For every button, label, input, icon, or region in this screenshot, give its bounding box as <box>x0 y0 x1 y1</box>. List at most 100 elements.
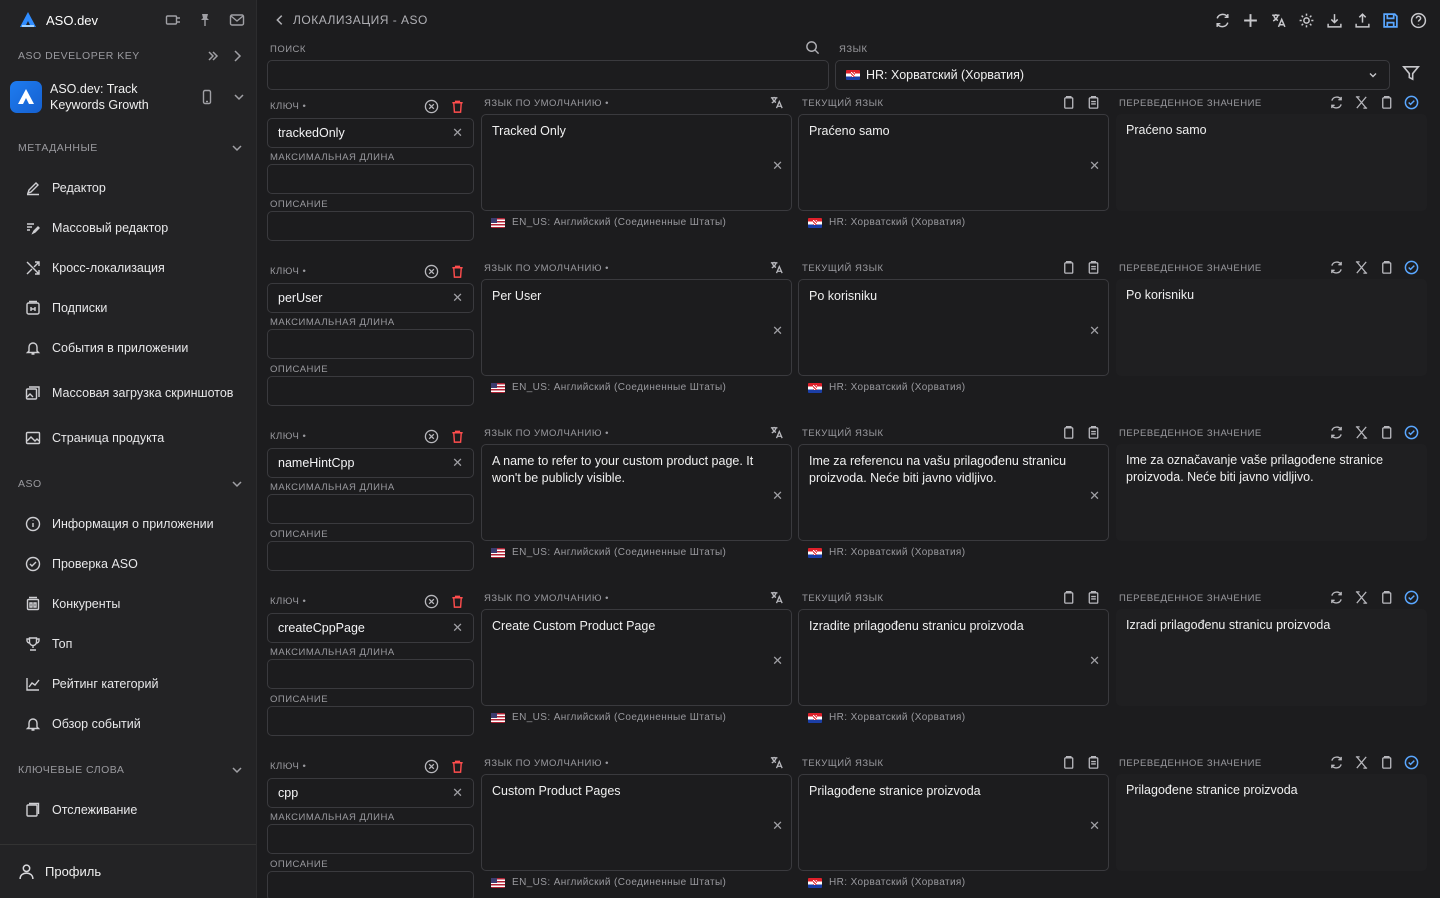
clear-x-icon[interactable]: ✕ <box>1089 322 1100 339</box>
translated-value-textarea[interactable]: Praćeno samo <box>1116 114 1427 211</box>
translated-value-textarea[interactable]: Po korisniku <box>1116 279 1427 376</box>
copy-icon[interactable] <box>1059 753 1077 771</box>
key-input[interactable]: nameHintCpp ✕ <box>267 448 474 478</box>
double-chevron-right-icon[interactable] <box>204 47 222 65</box>
paste-icon[interactable] <box>1084 753 1102 771</box>
refresh-icon[interactable] <box>1327 753 1345 771</box>
trash-icon[interactable] <box>448 262 466 280</box>
sidebar-item-competitors[interactable]: Конкуренты <box>0 584 256 624</box>
apply-check-icon[interactable] <box>1402 753 1420 771</box>
clear-x-icon[interactable]: ✕ <box>772 322 783 339</box>
current-value-textarea[interactable]: Po korisniku ✕ <box>798 279 1109 376</box>
current-value-textarea[interactable]: Izradite prilagođenu stranicu proizvoda … <box>798 609 1109 706</box>
settings-gear-icon[interactable] <box>1292 6 1320 34</box>
clear-x-icon[interactable]: ✕ <box>772 487 783 504</box>
max-length-input[interactable] <box>267 659 474 689</box>
paste-icon[interactable] <box>1084 423 1102 441</box>
sidebar-item-subscriptions[interactable]: Подписки <box>0 288 256 328</box>
clear-circle-icon[interactable] <box>422 757 440 775</box>
copy-icon[interactable] <box>1377 588 1395 606</box>
clear-circle-icon[interactable] <box>422 97 440 115</box>
copy-icon[interactable] <box>1377 258 1395 276</box>
translated-value-textarea[interactable]: Prilagođene stranice proizvoda <box>1116 774 1427 871</box>
download-icon[interactable] <box>1320 6 1348 34</box>
phone-icon[interactable] <box>198 88 216 106</box>
sidebar-item-events-overview[interactable]: Обзор событий <box>0 704 256 744</box>
sidebar-item-tracking[interactable]: Отслеживание <box>0 790 256 830</box>
clear-x-icon[interactable]: ✕ <box>772 652 783 669</box>
clear-x-icon[interactable]: ✕ <box>772 157 783 174</box>
search-icon[interactable] <box>805 40 821 56</box>
apply-check-icon[interactable] <box>1402 588 1420 606</box>
filter-icon[interactable] <box>1402 64 1422 84</box>
trash-icon[interactable] <box>448 592 466 610</box>
sidebar-item-editor[interactable]: Редактор <box>0 168 256 208</box>
auto-translate-icon[interactable] <box>767 423 785 441</box>
sidebar-item-top[interactable]: Топ <box>0 624 256 664</box>
compare-icon[interactable] <box>1352 93 1370 111</box>
chevron-down-icon[interactable] <box>228 139 246 157</box>
refresh-icon[interactable] <box>1327 588 1345 606</box>
selected-app-card[interactable]: ASO.dev: Track Keywords Growth <box>10 76 248 118</box>
language-select[interactable]: HR: Хорватский (Хорватия) <box>835 60 1390 90</box>
section-keywords[interactable]: КЛЮЧЕВЫЕ СЛОВА <box>0 750 256 790</box>
trash-icon[interactable] <box>448 757 466 775</box>
apply-check-icon[interactable] <box>1402 93 1420 111</box>
sidebar-item-bulk-editor[interactable]: Массовый редактор <box>0 208 256 248</box>
chevron-down-icon[interactable] <box>230 88 248 106</box>
auto-translate-icon[interactable] <box>767 753 785 771</box>
paste-icon[interactable] <box>1084 93 1102 111</box>
description-input[interactable] <box>267 706 474 736</box>
developer-key-row[interactable]: ASO DEVELOPER KEY <box>0 40 256 72</box>
trash-icon[interactable] <box>448 97 466 115</box>
save-icon[interactable] <box>1376 6 1404 34</box>
chevron-down-icon[interactable] <box>228 475 246 493</box>
help-icon[interactable] <box>1404 6 1432 34</box>
trash-icon[interactable] <box>448 427 466 445</box>
clear-x-icon[interactable]: ✕ <box>1089 487 1100 504</box>
copy-icon[interactable] <box>1059 588 1077 606</box>
search-input[interactable] <box>267 60 829 90</box>
translated-value-textarea[interactable]: Izradi prilagođenu stranicu proizvoda <box>1116 609 1427 706</box>
default-value-textarea[interactable]: A name to refer to your custom product p… <box>481 444 792 541</box>
description-input[interactable] <box>267 211 474 241</box>
sidebar-item-category-rating[interactable]: Рейтинг категорий <box>0 664 256 704</box>
key-input[interactable]: createCppPage ✕ <box>267 613 474 643</box>
current-value-textarea[interactable]: Praćeno samo ✕ <box>798 114 1109 211</box>
default-value-textarea[interactable]: Per User ✕ <box>481 279 792 376</box>
upload-icon[interactable] <box>1348 6 1376 34</box>
apply-check-icon[interactable] <box>1402 423 1420 441</box>
clear-circle-icon[interactable] <box>422 592 440 610</box>
compare-icon[interactable] <box>1352 423 1370 441</box>
pin-icon[interactable] <box>196 11 214 29</box>
copy-icon[interactable] <box>1059 423 1077 441</box>
max-length-input[interactable] <box>267 164 474 194</box>
sidebar-item-product-page[interactable]: Страница продукта <box>0 418 256 458</box>
paste-icon[interactable] <box>1084 588 1102 606</box>
auto-translate-icon[interactable] <box>767 258 785 276</box>
back-chevron-icon[interactable] <box>273 12 289 28</box>
apply-check-icon[interactable] <box>1402 258 1420 276</box>
max-length-input[interactable] <box>267 329 474 359</box>
compare-icon[interactable] <box>1352 588 1370 606</box>
copy-icon[interactable] <box>1377 753 1395 771</box>
auto-translate-icon[interactable] <box>767 93 785 111</box>
description-input[interactable] <box>267 871 474 898</box>
mail-icon[interactable] <box>228 11 246 29</box>
clear-x-icon[interactable]: ✕ <box>1089 157 1100 174</box>
max-length-input[interactable] <box>267 824 474 854</box>
section-metadata[interactable]: МЕТАДАННЫЕ <box>0 128 256 168</box>
sidebar-item-app-info[interactable]: Информация о приложении <box>0 504 256 544</box>
max-length-input[interactable] <box>267 494 474 524</box>
profile-button[interactable]: Профиль <box>0 844 256 898</box>
auto-translate-icon[interactable] <box>767 588 785 606</box>
copy-icon[interactable] <box>1377 93 1395 111</box>
clear-x-icon[interactable]: ✕ <box>452 620 463 636</box>
description-input[interactable] <box>267 376 474 406</box>
clear-x-icon[interactable]: ✕ <box>1089 817 1100 834</box>
refresh-icon[interactable] <box>1208 6 1236 34</box>
default-value-textarea[interactable]: Create Custom Product Page ✕ <box>481 609 792 706</box>
compare-icon[interactable] <box>1352 753 1370 771</box>
description-input[interactable] <box>267 541 474 571</box>
copy-icon[interactable] <box>1059 258 1077 276</box>
